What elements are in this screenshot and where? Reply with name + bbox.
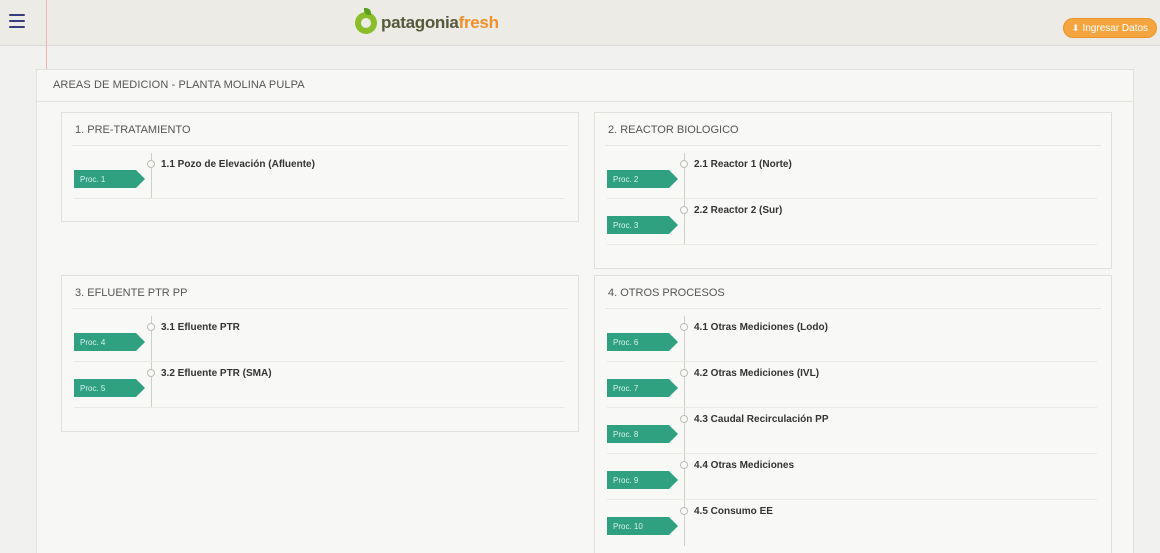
divider: [605, 308, 1101, 309]
logo-text: patagoniafresh: [381, 13, 499, 33]
list-item[interactable]: Proc. 5 3.2 Efluente PTR (SMA): [74, 362, 564, 408]
arrow-down-icon: ⬇: [1071, 22, 1080, 33]
proc-tag: Proc. 2: [607, 170, 678, 188]
proc-tag: Proc. 10: [607, 517, 678, 535]
timeline-dot-icon: [680, 160, 688, 168]
timeline-dot-icon: [147, 323, 155, 331]
logo-text-fresh: fresh: [458, 13, 499, 32]
card-pre-tratamiento: 1. PRE-TRATAMIENTO Proc. 1 1.1 Pozo de E…: [61, 112, 579, 222]
timeline-dot-icon: [680, 415, 688, 423]
list-item[interactable]: Proc. 1 1.1 Pozo de Elevación (Afluente): [74, 153, 564, 199]
card-title: 4. OTROS PROCESOS: [608, 287, 725, 299]
list-item[interactable]: Proc. 2 2.1 Reactor 1 (Norte): [607, 153, 1097, 199]
card-title: 2. REACTOR BIOLOGICO: [608, 124, 739, 136]
proc-tag: Proc. 9: [607, 471, 678, 489]
divider: [72, 145, 568, 146]
divider: [607, 244, 1097, 245]
proc-tag: Proc. 6: [607, 333, 678, 351]
timeline-dot-icon: [680, 206, 688, 214]
card-title: 3. EFLUENTE PTR PP: [75, 287, 188, 299]
ingresar-datos-label: Ingresar Datos: [1082, 22, 1149, 34]
proc-tag: Proc. 3: [607, 216, 678, 234]
hamburger-menu-icon[interactable]: [9, 14, 25, 28]
proc-tag: Proc. 1: [74, 170, 145, 188]
list-item[interactable]: Proc. 8 4.3 Caudal Recirculación PP: [607, 408, 1097, 454]
card-efluente-ptr-pp: 3. EFLUENTE PTR PP Proc. 4 3.1 Efluente …: [61, 275, 579, 432]
timeline-dot-icon: [680, 461, 688, 469]
item-link[interactable]: 4.3 Caudal Recirculación PP: [694, 414, 829, 425]
list-item[interactable]: Proc. 7 4.2 Otras Mediciones (IVL): [607, 362, 1097, 408]
proc-tag: Proc. 4: [74, 333, 145, 351]
proc-tag: Proc. 7: [607, 379, 678, 397]
card-title: 1. PRE-TRATAMIENTO: [75, 124, 191, 136]
list-item[interactable]: Proc. 10 4.5 Consumo EE: [607, 500, 1097, 546]
list-item[interactable]: Proc. 6 4.1 Otras Mediciones (Lodo): [607, 316, 1097, 362]
timeline-dot-icon: [680, 369, 688, 377]
logo-text-patagonia: patagonia: [381, 13, 459, 32]
item-link[interactable]: 3.1 Efluente PTR: [161, 322, 240, 333]
list-item[interactable]: Proc. 9 4.4 Otras Mediciones: [607, 454, 1097, 500]
timeline-dot-icon: [680, 323, 688, 331]
main-panel: AREAS DE MEDICION - PLANTA MOLINA PULPA …: [36, 69, 1134, 553]
proc-tag: Proc. 8: [607, 425, 678, 443]
card-reactor-biologico: 2. REACTOR BIOLOGICO Proc. 2 2.1 Reactor…: [594, 112, 1112, 269]
divider: [605, 145, 1101, 146]
divider: [74, 198, 564, 199]
ingresar-datos-button[interactable]: ⬇ Ingresar Datos: [1063, 18, 1157, 38]
timeline-dot-icon: [147, 369, 155, 377]
list-item[interactable]: Proc. 3 2.2 Reactor 2 (Sur): [607, 199, 1097, 245]
proc-tag: Proc. 5: [74, 379, 145, 397]
page-title: AREAS DE MEDICION - PLANTA MOLINA PULPA: [53, 79, 305, 91]
card-otros-procesos: 4. OTROS PROCESOS Proc. 6 4.1 Otras Medi…: [594, 275, 1112, 553]
item-link[interactable]: 4.2 Otras Mediciones (IVL): [694, 368, 819, 379]
divider: [72, 308, 568, 309]
item-link[interactable]: 1.1 Pozo de Elevación (Afluente): [161, 159, 315, 170]
patagoniafresh-logo: patagoniafresh: [355, 8, 499, 38]
timeline-dot-icon: [147, 160, 155, 168]
item-link[interactable]: 2.1 Reactor 1 (Norte): [694, 159, 792, 170]
divider: [37, 101, 1133, 102]
item-link[interactable]: 3.2 Efluente PTR (SMA): [161, 368, 272, 379]
item-link[interactable]: 4.4 Otras Mediciones: [694, 460, 794, 471]
timeline-dot-icon: [680, 507, 688, 515]
top-bar: patagoniafresh ⬇ Ingresar Datos: [0, 0, 1160, 46]
item-link[interactable]: 2.2 Reactor 2 (Sur): [694, 205, 782, 216]
item-link[interactable]: 4.5 Consumo EE: [694, 506, 773, 517]
item-link[interactable]: 4.1 Otras Mediciones (Lodo): [694, 322, 828, 333]
logo-leaf-icon: [355, 8, 377, 34]
list-item[interactable]: Proc. 4 3.1 Efluente PTR: [74, 316, 564, 362]
divider: [74, 407, 564, 408]
